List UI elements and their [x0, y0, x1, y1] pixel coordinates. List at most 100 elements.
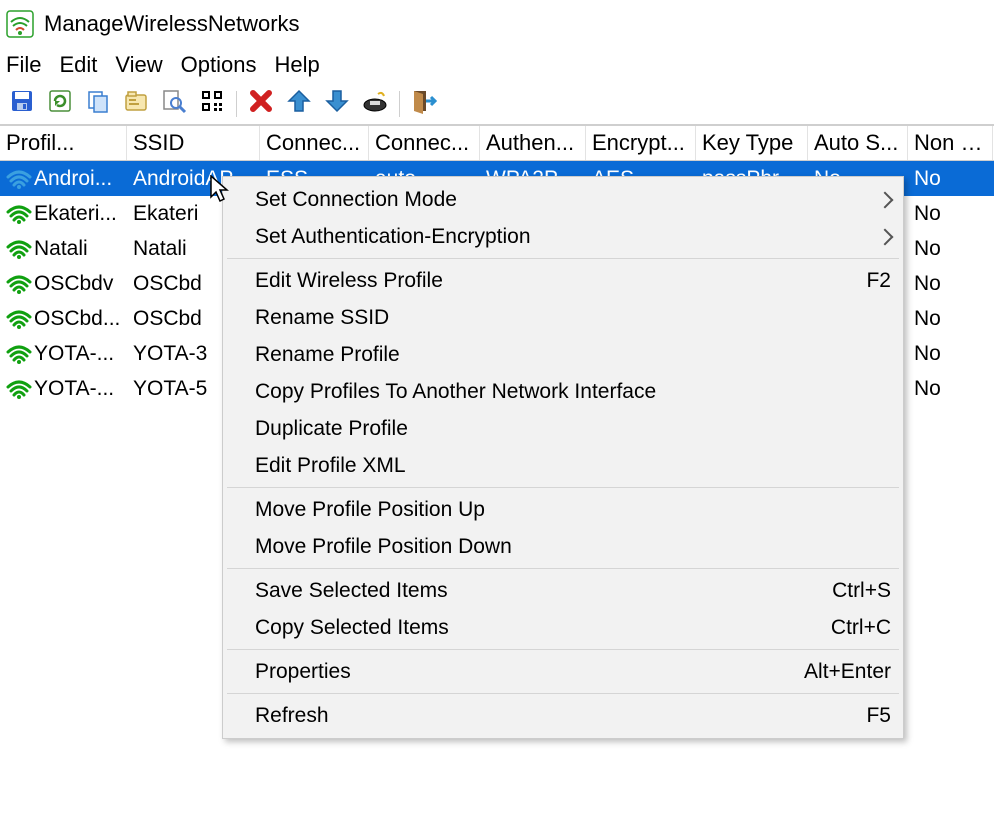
exit-icon	[411, 88, 437, 120]
context-menu-label: Save Selected Items	[255, 579, 812, 603]
save-button[interactable]	[6, 88, 38, 120]
cell-profile: Ekateri...	[0, 200, 127, 228]
context-menu-label: Set Authentication-Encryption	[255, 225, 869, 249]
context-menu-item[interactable]: Edit Profile XML	[223, 447, 903, 484]
column-header[interactable]: Connec...	[260, 126, 369, 160]
toolbar-separator	[236, 91, 237, 117]
menu-view[interactable]: View	[113, 50, 164, 80]
context-menu-label: Copy Selected Items	[255, 616, 811, 640]
cell-profile: OSCbdv	[0, 270, 127, 298]
delete-button[interactable]	[245, 88, 277, 120]
chevron-right-icon	[877, 228, 894, 245]
menu-options[interactable]: Options	[179, 50, 259, 80]
properties-icon	[123, 88, 149, 120]
context-menu-item[interactable]: Save Selected ItemsCtrl+S	[223, 572, 903, 609]
cell-text: Ekateri...	[34, 202, 117, 226]
exit-button[interactable]	[408, 88, 440, 120]
cell-text: YOTA-...	[34, 342, 114, 366]
properties-button[interactable]	[120, 88, 152, 120]
cell-nonb: No	[908, 235, 993, 263]
cell-text: OSCbdv	[34, 272, 113, 296]
move-up-icon	[286, 88, 312, 120]
profiles-table: Profil...SSIDConnec...Connec...Authen...…	[0, 125, 994, 828]
context-menu-item[interactable]: Rename SSID	[223, 299, 903, 336]
cell-text: YOTA-...	[34, 377, 114, 401]
context-menu-label: Refresh	[255, 704, 846, 728]
context-menu-item[interactable]: Copy Selected ItemsCtrl+C	[223, 609, 903, 646]
context-menu-label: Move Profile Position Down	[255, 535, 891, 559]
context-menu-label: Move Profile Position Up	[255, 498, 891, 522]
titlebar: ManageWirelessNetworks	[0, 0, 994, 48]
context-menu-separator	[227, 487, 899, 488]
context-menu-shortcut: F2	[846, 269, 891, 293]
context-menu-item[interactable]: PropertiesAlt+Enter	[223, 653, 903, 690]
column-header[interactable]: Encrypt...	[586, 126, 696, 160]
column-header[interactable]: Profil...	[0, 126, 127, 160]
copy-icon	[85, 88, 111, 120]
cell-text: Natali	[34, 237, 88, 261]
toolbar	[0, 86, 994, 125]
context-menu-item[interactable]: Set Authentication-Encryption	[223, 218, 903, 255]
wifi-icon	[6, 169, 32, 189]
wifi-icon	[6, 309, 32, 329]
context-menu-label: Edit Profile XML	[255, 454, 891, 478]
move-down-icon	[324, 88, 350, 120]
cell-profile: YOTA-...	[0, 375, 127, 403]
context-menu-label: Properties	[255, 660, 784, 684]
context-menu-item[interactable]: Move Profile Position Down	[223, 528, 903, 565]
find-button[interactable]	[158, 88, 190, 120]
context-menu-item[interactable]: Edit Wireless ProfileF2	[223, 262, 903, 299]
wifi-icon	[6, 274, 32, 294]
cell-nonb: No	[908, 200, 993, 228]
save-icon	[9, 88, 35, 120]
move-up-button[interactable]	[283, 88, 315, 120]
copy-button[interactable]	[82, 88, 114, 120]
menu-help[interactable]: Help	[273, 50, 322, 80]
network-button[interactable]	[359, 88, 391, 120]
cell-text: OSCbd...	[34, 307, 120, 331]
column-header[interactable]: Authen...	[480, 126, 586, 160]
cell-profile: YOTA-...	[0, 340, 127, 368]
qr-icon	[199, 88, 225, 120]
context-menu-item[interactable]: Duplicate Profile	[223, 410, 903, 447]
context-menu-label: Copy Profiles To Another Network Interfa…	[255, 380, 891, 404]
wifi-icon	[6, 204, 32, 224]
context-menu-item[interactable]: Rename Profile	[223, 336, 903, 373]
wifi-icon	[6, 239, 32, 259]
context-menu-item[interactable]: Move Profile Position Up	[223, 491, 903, 528]
cell-nonb: No	[908, 375, 993, 403]
wifi-icon	[6, 344, 32, 364]
column-header[interactable]: Connec...	[369, 126, 480, 160]
refresh-icon	[47, 88, 73, 120]
menubar: File Edit View Options Help	[0, 48, 994, 86]
menu-file[interactable]: File	[4, 50, 43, 80]
cell-text: Androi...	[34, 167, 112, 191]
table-rows: Androi...AndroidAPESSautoWPA2P...AESpass…	[0, 161, 994, 406]
context-menu-shortcut: F5	[846, 704, 891, 728]
context-menu-item[interactable]: Set Connection Mode	[223, 181, 903, 218]
context-menu-label: Edit Wireless Profile	[255, 269, 846, 293]
cell-nonb: No	[908, 305, 993, 333]
refresh-button[interactable]	[44, 88, 76, 120]
context-menu-separator	[227, 649, 899, 650]
app-window: ManageWirelessNetworks File Edit View Op…	[0, 0, 994, 828]
column-header[interactable]: Non B...	[908, 126, 993, 160]
menu-edit[interactable]: Edit	[57, 50, 99, 80]
cell-profile: OSCbd...	[0, 305, 127, 333]
find-icon	[161, 88, 187, 120]
column-header[interactable]: SSID	[127, 126, 260, 160]
column-headers: Profil...SSIDConnec...Connec...Authen...…	[0, 125, 994, 161]
context-menu-shortcut: Alt+Enter	[784, 660, 891, 684]
context-menu: Set Connection Mode Set Authentication-En…	[222, 176, 904, 739]
column-header[interactable]: Auto S...	[808, 126, 908, 160]
context-menu-label: Rename SSID	[255, 306, 891, 330]
cell-profile: Natali	[0, 235, 127, 263]
column-header[interactable]: Key Type	[696, 126, 808, 160]
context-menu-item[interactable]: RefreshF5	[223, 697, 903, 734]
wifi-icon	[6, 379, 32, 399]
move-down-button[interactable]	[321, 88, 353, 120]
context-menu-item[interactable]: Copy Profiles To Another Network Interfa…	[223, 373, 903, 410]
window-title: ManageWirelessNetworks	[44, 11, 300, 37]
qr-button[interactable]	[196, 88, 228, 120]
cell-nonb: No	[908, 270, 993, 298]
